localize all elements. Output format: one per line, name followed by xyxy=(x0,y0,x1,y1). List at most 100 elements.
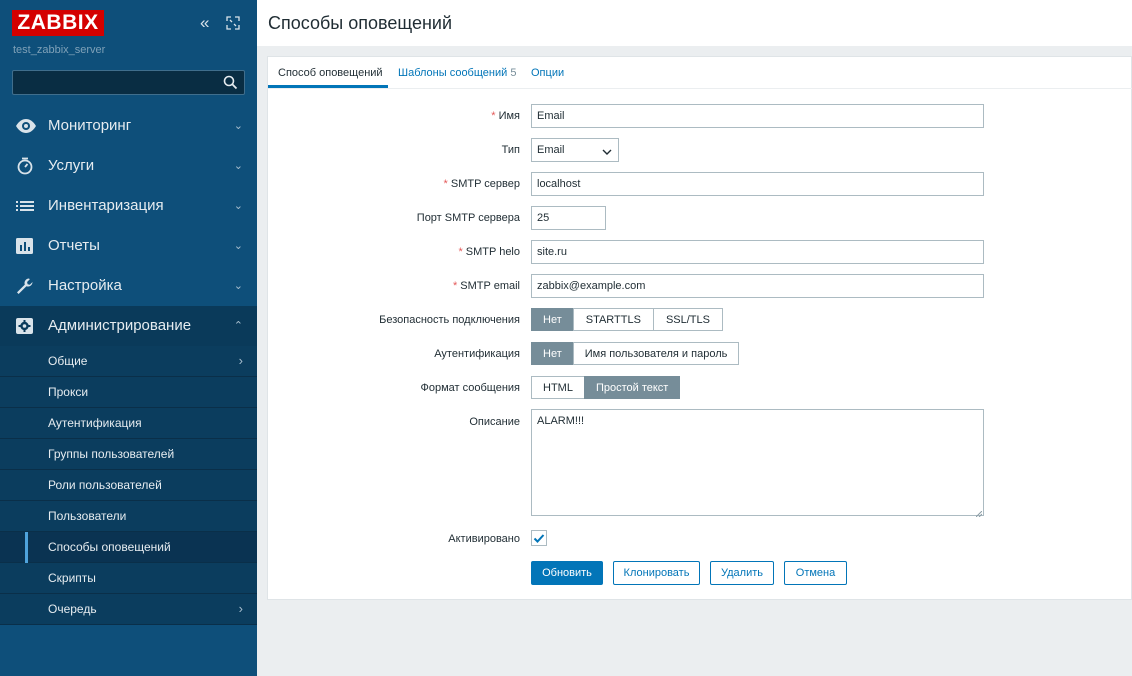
bar-chart-icon xyxy=(15,237,35,255)
security-radio-group: Нет STARTTLS SSL/TLS xyxy=(531,308,723,331)
submenu-item-label: Очередь xyxy=(48,602,97,616)
tab-count-badge: 5 xyxy=(510,67,517,79)
kiosk-mode-icon[interactable] xyxy=(226,16,240,30)
clock-icon xyxy=(15,157,35,175)
chevron-down-icon: ⌄ xyxy=(233,160,243,172)
menu-item-inventory[interactable]: Инвентаризация ⌄ xyxy=(0,186,257,226)
security-option-starttls[interactable]: STARTTLS xyxy=(572,308,654,331)
tab-label: Шаблоны сообщений xyxy=(398,67,508,79)
enabled-label: Активировано xyxy=(448,533,520,545)
type-label: Тип xyxy=(501,144,520,156)
update-button[interactable]: Обновить xyxy=(531,561,603,585)
submenu-item-label: Группы пользователей xyxy=(48,447,175,461)
submenu-item-label: Прокси xyxy=(48,385,89,399)
smtp-helo-input[interactable]: site.ru xyxy=(531,240,984,264)
menu-item-label: Инвентаризация xyxy=(48,197,164,214)
submenu-item-user-roles[interactable]: Роли пользователей xyxy=(0,470,257,501)
enabled-checkbox[interactable] xyxy=(531,530,547,546)
submenu-item-label: Аутентификация xyxy=(48,416,142,430)
menu-item-label: Услуги xyxy=(48,157,95,174)
sidebar-header: ZABBIX test_zabbix_server « xyxy=(0,0,257,100)
chevron-down-icon: ⌄ xyxy=(233,120,243,132)
submenu-item-user-groups[interactable]: Группы пользователей xyxy=(0,439,257,470)
wrench-icon xyxy=(15,277,35,295)
menu-item-configuration[interactable]: Настройка ⌄ xyxy=(0,266,257,306)
chevron-down-icon: ⌄ xyxy=(233,240,243,252)
gear-icon xyxy=(15,317,35,335)
collapse-sidebar-icon[interactable]: « xyxy=(200,14,218,33)
menu-item-monitoring[interactable]: Мониторинг ⌄ xyxy=(0,106,257,146)
format-label: Формат сообщения xyxy=(420,382,520,394)
submenu-item-label: Общие xyxy=(48,354,88,368)
clone-button[interactable]: Клонировать xyxy=(613,561,700,585)
eye-icon xyxy=(15,117,36,135)
chevron-down-icon: ⌄ xyxy=(233,280,243,292)
sidebar-search xyxy=(12,70,245,95)
security-label: Безопасность подключения xyxy=(379,314,520,326)
auth-radio-group: Нет Имя пользователя и пароль xyxy=(531,342,740,365)
list-icon xyxy=(15,197,35,215)
smtp-server-input[interactable]: localhost xyxy=(531,172,984,196)
chevron-up-icon: ⌃ xyxy=(233,320,243,332)
format-option-html[interactable]: HTML xyxy=(531,376,585,399)
chevron-down-icon: ⌄ xyxy=(233,200,243,212)
menu-item-services[interactable]: Услуги ⌄ xyxy=(0,146,257,186)
menu-item-reports[interactable]: Отчеты ⌄ xyxy=(0,226,257,266)
page-title: Способы оповещений xyxy=(268,13,453,33)
smtp-server-label: * SMTP сервер xyxy=(443,178,520,190)
submenu-item-label: Роли пользователей xyxy=(48,478,162,492)
chevron-right-icon: › xyxy=(238,353,243,368)
auth-option-none[interactable]: Нет xyxy=(531,342,574,365)
tab-options[interactable]: Опции xyxy=(531,67,564,79)
menu-item-administration[interactable]: Администрирование ⌃ xyxy=(0,306,257,346)
search-icon[interactable] xyxy=(223,75,238,90)
sidebar: ZABBIX test_zabbix_server « Мониторинг ⌄… xyxy=(0,0,257,676)
name-label: * Имя xyxy=(491,110,520,122)
delete-button[interactable]: Удалить xyxy=(710,561,774,585)
main-menu: Мониторинг ⌄ Услуги ⌄ Инвентаризация ⌄ О… xyxy=(0,106,257,346)
tab-bar: Способ оповещений Шаблоны сообщений 5 Оп… xyxy=(268,57,1132,89)
auth-option-username-password[interactable]: Имя пользователя и пароль xyxy=(572,342,740,365)
cancel-button[interactable]: Отмена xyxy=(784,561,847,585)
submenu-item-authentication[interactable]: Аутентификация xyxy=(0,408,257,439)
tab-media-type[interactable]: Способ оповещений xyxy=(278,67,383,79)
server-name: test_zabbix_server xyxy=(13,44,106,56)
smtp-port-input[interactable]: 25 xyxy=(531,206,606,230)
type-select-value: Email xyxy=(537,144,565,156)
description-text: ALARM!!! xyxy=(537,415,585,427)
search-input[interactable] xyxy=(13,71,213,94)
security-option-ssl-tls[interactable]: SSL/TLS xyxy=(652,308,723,331)
description-label: Описание xyxy=(469,416,520,428)
menu-item-label: Отчеты xyxy=(48,237,100,254)
active-tab-indicator xyxy=(268,85,388,88)
menu-item-label: Настройка xyxy=(48,277,122,294)
submenu-item-scripts[interactable]: Скрипты xyxy=(0,563,257,594)
submenu-item-users[interactable]: Пользователи xyxy=(0,501,257,532)
submenu-item-queue[interactable]: Очередь › xyxy=(0,594,257,625)
format-radio-group: HTML Простой текст xyxy=(531,376,681,399)
auth-label: Аутентификация xyxy=(434,348,520,360)
menu-item-label: Мониторинг xyxy=(48,117,132,134)
submenu-item-general[interactable]: Общие › xyxy=(0,346,257,377)
description-textarea[interactable]: ALARM!!! xyxy=(531,409,984,518)
name-input[interactable]: Email xyxy=(531,104,984,128)
checkmark-icon xyxy=(533,534,545,543)
chevron-right-icon: › xyxy=(238,601,243,616)
submenu-item-label: Скрипты xyxy=(48,571,96,585)
type-select[interactable]: Email xyxy=(531,138,619,162)
smtp-helo-label: * SMTP helo xyxy=(458,246,520,258)
format-option-plain-text[interactable]: Простой текст xyxy=(583,376,681,399)
smtp-email-label: * SMTP email xyxy=(452,280,520,292)
page-header: Способы оповещений xyxy=(257,0,1132,46)
administration-submenu: Общие › Прокси Аутентификация Группы пол… xyxy=(0,346,257,625)
smtp-email-input[interactable]: zabbix@example.com xyxy=(531,274,984,298)
smtp-port-label: Порт SMTP сервера xyxy=(416,212,520,224)
submenu-item-proxies[interactable]: Прокси xyxy=(0,377,257,408)
submenu-item-label: Пользователи xyxy=(48,509,127,523)
zabbix-logo[interactable]: ZABBIX xyxy=(12,10,104,36)
chevron-down-icon xyxy=(602,147,612,155)
submenu-item-media-types[interactable]: Способы оповещений xyxy=(0,532,257,563)
security-option-none[interactable]: Нет xyxy=(531,308,574,331)
tab-message-templates[interactable]: Шаблоны сообщений 5 xyxy=(398,67,516,79)
resize-handle-icon[interactable] xyxy=(975,508,983,518)
